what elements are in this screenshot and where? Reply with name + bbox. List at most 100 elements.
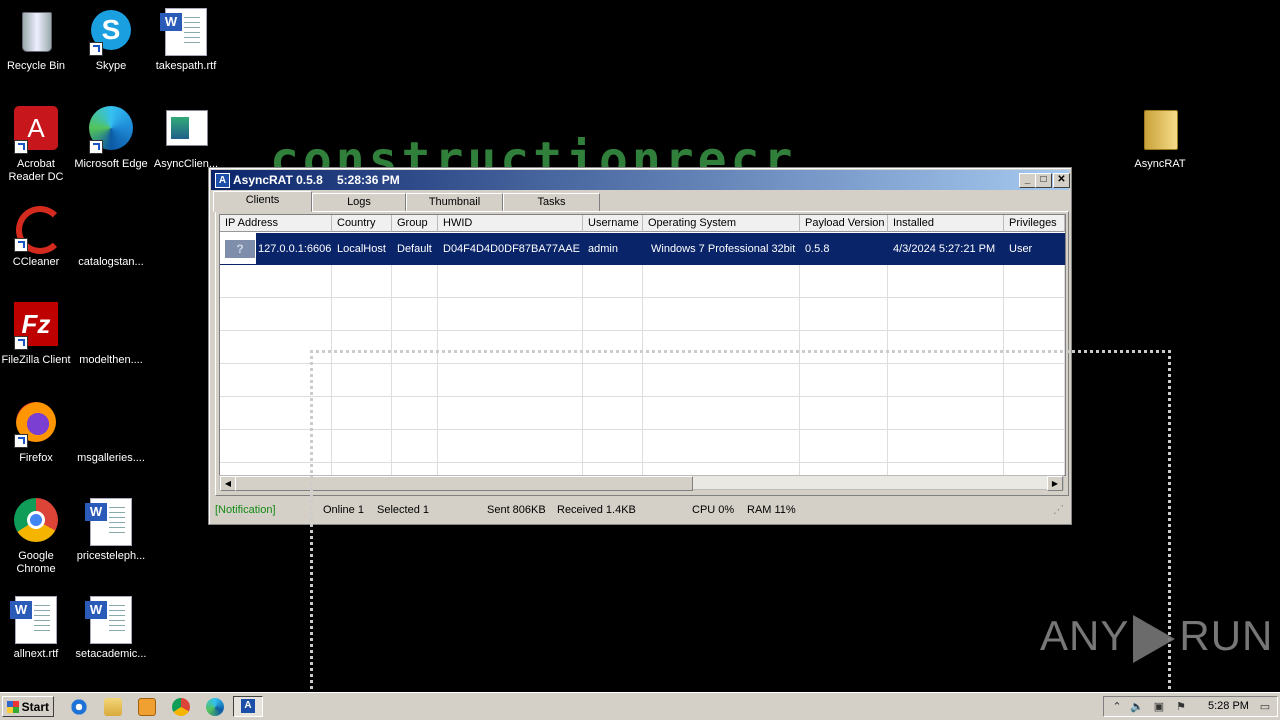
taskbar-asyncrat-button[interactable]: A [233, 696, 263, 717]
close-button[interactable]: ✕ [1053, 173, 1070, 188]
asyncrat-window: A AsyncRAT 0.5.8 5:28:36 PM _ □ ✕ Client… [208, 167, 1072, 525]
network-icon[interactable]: ▣ [1152, 700, 1166, 714]
desktop-icon-label: catalogstan... [78, 256, 144, 268]
volume-icon[interactable]: 🔈 [1130, 700, 1144, 714]
blank-file-icon [87, 400, 135, 448]
scrollbar-thumb[interactable] [235, 476, 693, 491]
desktop-icon-label: Microsoft Edge [74, 158, 148, 170]
desktop-icon-pricesteleph[interactable]: W pricesteleph... [73, 498, 149, 563]
hwid-cell: D04F4D4D0DF87BA77AAE [438, 233, 583, 265]
notification-link[interactable]: [Notification] [215, 501, 276, 519]
desktop-icon-modelthen[interactable]: modelthen.... [73, 302, 149, 367]
resize-grip-icon[interactable]: ⋰ [1053, 501, 1064, 519]
scroll-right-arrow-icon[interactable]: ▶ [1047, 476, 1063, 491]
skype-icon: S [87, 8, 135, 56]
minimize-button[interactable]: _ [1019, 173, 1036, 188]
application-window-icon [162, 106, 210, 154]
desktop-icon-asyncrat-folder[interactable]: AsyncRAT [1122, 106, 1198, 171]
window-titlebar[interactable]: A AsyncRAT 0.5.8 5:28:36 PM _ □ ✕ [211, 170, 1070, 190]
acrobat-icon: A [12, 106, 60, 154]
window-title-time: 5:28:36 PM [337, 173, 400, 187]
desktop-icon-takespath[interactable]: W takespath.rtf [148, 8, 224, 73]
internet-explorer-icon[interactable] [70, 698, 88, 716]
anyrun-watermark: ANY RUN [1040, 612, 1273, 663]
desktop-icon-recycle-bin[interactable]: Recycle Bin [0, 8, 74, 73]
blank-file-icon [87, 302, 135, 350]
column-header-os[interactable]: Operating System [643, 215, 800, 232]
word-document-icon: W [160, 8, 210, 56]
username-cell: admin [583, 233, 643, 265]
ip-cell: ? 127.0.0.1:6606 [220, 233, 332, 265]
desktop-icon-allnext[interactable]: W allnext.rtf [0, 596, 74, 661]
tab-tasks[interactable]: Tasks [503, 193, 600, 212]
file-explorer-icon[interactable] [104, 698, 122, 716]
taskbar: Start A ⌃ 🔈 ▣ ⚑ 5:28 PM ▭ [0, 692, 1280, 720]
desktop-icon-chrome[interactable]: Google Chrome [0, 498, 74, 576]
desktop-icon-label: allnext.rtf [13, 648, 59, 660]
desktop-icon-firefox[interactable]: Firefox [0, 400, 74, 465]
edge-taskbar-icon[interactable] [206, 698, 224, 716]
client-thumbnail-placeholder-icon: ? [225, 240, 255, 258]
shortcut-arrow-icon [14, 238, 28, 252]
desktop-icon-acrobat[interactable]: A Acrobat Reader DC [0, 106, 74, 184]
desktop-icon-msgalleries[interactable]: msgalleries.... [73, 400, 149, 465]
table-row[interactable]: ? 127.0.0.1:6606 LocalHost Default D04F4… [220, 233, 1065, 265]
tab-thumbnail[interactable]: Thumbnail [406, 193, 503, 212]
status-received: Received 1.4KB [557, 504, 636, 516]
chrome-icon [12, 498, 60, 546]
status-online: Online 1 [323, 504, 364, 516]
desktop-icon-label: Recycle Bin [6, 60, 66, 72]
column-header-privileges[interactable]: Privileges [1004, 215, 1065, 232]
desktop-icon-filezilla[interactable]: Fz FileZilla Client [0, 302, 74, 367]
desktop-icon-catalogstan[interactable]: catalogstan... [73, 204, 149, 269]
tab-clients[interactable]: Clients [213, 191, 312, 212]
taskbar-clock[interactable]: 5:28 PM [1208, 697, 1249, 716]
group-cell: Default [392, 233, 438, 265]
column-header-ip[interactable]: IP Address [220, 215, 332, 232]
clients-list[interactable]: IP Address Country Group HWID Username O… [219, 214, 1066, 476]
system-tray: ⌃ 🔈 ▣ ⚑ 5:28 PM ▭ [1103, 696, 1278, 717]
column-header-hwid[interactable]: HWID [438, 215, 583, 232]
desktop-icon-skype[interactable]: S Skype [73, 8, 149, 73]
shortcut-arrow-icon [89, 42, 103, 56]
maximize-button[interactable]: □ [1035, 173, 1052, 188]
media-player-icon[interactable] [138, 698, 156, 716]
action-center-flag-icon[interactable]: ⚑ [1174, 700, 1188, 714]
desktop-icon-edge[interactable]: Microsoft Edge [73, 106, 149, 171]
show-desktop-icon[interactable]: ▭ [1258, 700, 1272, 714]
status-sent: Sent 806KB [487, 504, 546, 516]
desktop-icon-setacademic[interactable]: W setacademic... [73, 596, 149, 661]
installed-cell: 4/3/2024 5:27:21 PM [888, 233, 1004, 265]
column-header-country[interactable]: Country [332, 215, 392, 232]
scroll-left-arrow-icon[interactable]: ◀ [220, 476, 236, 491]
tray-expand-icon[interactable]: ⌃ [1110, 700, 1124, 714]
column-header-payload-version[interactable]: Payload Version [800, 215, 888, 232]
folder-icon [1136, 106, 1184, 154]
payload-version-cell: 0.5.8 [800, 233, 888, 265]
tab-logs[interactable]: Logs [312, 193, 406, 212]
start-button[interactable]: Start [2, 696, 54, 717]
watermark-left-text: ANY [1040, 612, 1130, 659]
ccleaner-icon [12, 204, 64, 254]
desktop-icon-label: modelthen.... [79, 354, 143, 366]
desktop-icon-label: Google Chrome [16, 550, 56, 575]
word-document-icon: W [10, 596, 60, 644]
chrome-taskbar-icon[interactable] [172, 698, 190, 716]
desktop-icon-asyncclient[interactable]: AsyncClien... [148, 106, 224, 171]
column-header-group[interactable]: Group [392, 215, 438, 232]
desktop-icon-label: pricesteleph... [76, 550, 146, 562]
shortcut-arrow-icon [14, 336, 28, 350]
desktop-icon-label: Firefox [19, 452, 53, 464]
horizontal-scrollbar[interactable]: ◀ ▶ [219, 475, 1064, 491]
desktop-icon-label: FileZilla Client [1, 354, 71, 366]
status-selected: Selected 1 [377, 504, 429, 516]
desktop-icon-ccleaner[interactable]: CCleaner [0, 204, 74, 269]
column-header-username[interactable]: Username [583, 215, 643, 232]
firefox-icon [12, 400, 60, 448]
clients-panel: IP Address Country Group HWID Username O… [215, 211, 1069, 496]
column-header-installed[interactable]: Installed [888, 215, 1004, 232]
ip-address: 127.0.0.1:6606 [256, 233, 331, 264]
desktop-icon-label: Skype [95, 60, 127, 72]
privileges-cell: User [1004, 233, 1065, 265]
status-bar: [Notification] Online 1 Selected 1 Sent … [213, 501, 1067, 519]
